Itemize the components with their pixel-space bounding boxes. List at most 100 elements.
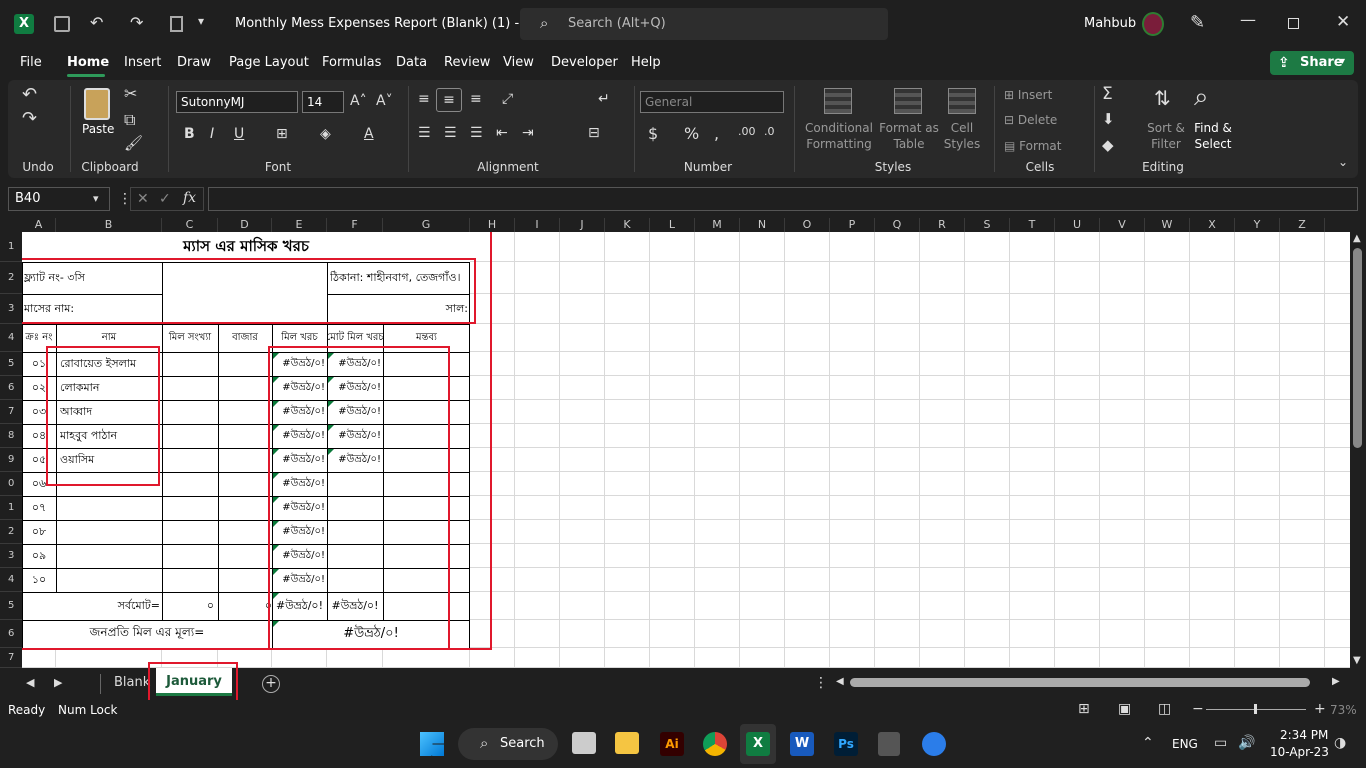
- sort-filter-label[interactable]: Sort & Filter: [1144, 120, 1188, 152]
- row-header[interactable]: 1: [0, 232, 22, 262]
- menu-review[interactable]: Review: [444, 55, 490, 70]
- row-header[interactable]: 4: [0, 324, 22, 352]
- menu-data[interactable]: Data: [396, 55, 427, 70]
- minimize-icon[interactable]: —: [1240, 12, 1256, 28]
- column-header-q[interactable]: Q: [875, 218, 920, 232]
- align-top-icon[interactable]: ≡: [418, 92, 430, 106]
- menu-insert[interactable]: Insert: [124, 55, 161, 70]
- vertical-scrollbar[interactable]: ▲ ▼: [1350, 232, 1366, 668]
- excel-taskbar-icon[interactable]: X: [740, 724, 776, 764]
- menu-file[interactable]: File: [20, 55, 42, 70]
- decrease-font-icon[interactable]: A˅: [376, 94, 393, 108]
- start-icon[interactable]: [420, 732, 444, 756]
- new-file-icon[interactable]: [170, 16, 183, 32]
- menu-developer[interactable]: Developer: [551, 55, 618, 70]
- copy-icon[interactable]: ⧉: [124, 112, 135, 128]
- avatar[interactable]: [1142, 12, 1164, 36]
- comma-icon[interactable]: ,: [714, 126, 719, 142]
- column-header-n[interactable]: N: [740, 218, 785, 232]
- row-header[interactable]: 7: [0, 400, 22, 424]
- volume-icon[interactable]: 🔊: [1238, 736, 1255, 750]
- zoom-in-icon[interactable]: +: [1314, 702, 1326, 716]
- menu-formulas[interactable]: Formulas: [322, 55, 381, 70]
- pen-icon[interactable]: ✎: [1190, 14, 1205, 32]
- ribbon-redo-icon[interactable]: ↷: [22, 110, 37, 128]
- search-box[interactable]: ⌕ Search (Alt+Q): [520, 8, 888, 40]
- row-header[interactable]: 2: [0, 520, 22, 544]
- horizontal-scroll-thumb[interactable]: [850, 678, 1310, 687]
- row-header[interactable]: 6: [0, 620, 22, 648]
- font-name-combo[interactable]: SutonnyMJ: [176, 91, 298, 113]
- column-header-t[interactable]: T: [1010, 218, 1055, 232]
- network-icon[interactable]: ▭: [1214, 736, 1227, 750]
- column-header-j[interactable]: J: [560, 218, 605, 232]
- calculator-icon[interactable]: [878, 732, 900, 756]
- cut-icon[interactable]: ✂: [124, 86, 137, 102]
- user-name[interactable]: Mahbub: [1084, 16, 1136, 31]
- format-as-table-icon[interactable]: [894, 88, 922, 114]
- ribbon-undo-icon[interactable]: ↶: [22, 86, 37, 104]
- column-header-b[interactable]: B: [56, 218, 162, 232]
- column-header-x[interactable]: X: [1190, 218, 1235, 232]
- clock-date[interactable]: 10-Apr-23: [1270, 745, 1329, 759]
- formula-input[interactable]: [208, 187, 1358, 211]
- vertical-scroll-thumb[interactable]: [1353, 248, 1362, 448]
- row-header[interactable]: 6: [0, 376, 22, 400]
- qat-customize-icon[interactable]: ▾: [198, 15, 204, 27]
- notification-icon[interactable]: ◑: [1334, 736, 1346, 750]
- currency-icon[interactable]: $: [648, 126, 658, 142]
- increase-indent-icon[interactable]: ⇥: [522, 126, 534, 140]
- menu-view[interactable]: View: [503, 55, 534, 70]
- hscroll-left-icon[interactable]: ◀: [836, 677, 844, 687]
- undo-icon[interactable]: ↶: [90, 15, 103, 31]
- worksheet-grid[interactable]: ম্যাস এর মাসিক খরচ ফ্ল্যাট নং- ৩সি ঠিকানা:…: [0, 232, 1350, 668]
- clock-time[interactable]: 2:34 PM: [1280, 728, 1328, 742]
- language[interactable]: ENG: [1172, 737, 1198, 751]
- decrease-decimal-icon[interactable]: .0: [764, 126, 775, 137]
- column-header-c[interactable]: C: [162, 218, 218, 232]
- scroll-up-icon[interactable]: ▲: [1353, 234, 1361, 244]
- format-cells-button[interactable]: ▤ Format: [1004, 139, 1061, 153]
- row-header[interactable]: 8: [0, 424, 22, 448]
- column-header-e[interactable]: E: [272, 218, 327, 232]
- column-header-k[interactable]: K: [605, 218, 650, 232]
- paste-label[interactable]: Paste: [82, 122, 114, 136]
- column-header-o[interactable]: O: [785, 218, 830, 232]
- row-header[interactable]: 0: [0, 472, 22, 496]
- italic-icon[interactable]: I: [210, 127, 214, 141]
- column-header-m[interactable]: M: [695, 218, 740, 232]
- percent-icon[interactable]: %: [684, 126, 699, 142]
- menu-home[interactable]: Home: [67, 55, 109, 70]
- share-button[interactable]: Share ⇪ ▾: [1270, 51, 1354, 75]
- column-header-d[interactable]: D: [218, 218, 272, 232]
- insert-cells-button[interactable]: ⊞ Insert: [1004, 88, 1052, 102]
- row-header[interactable]: 1: [0, 496, 22, 520]
- format-painter-icon[interactable]: 🖌: [124, 136, 143, 151]
- increase-font-icon[interactable]: A˄: [350, 94, 367, 108]
- photoshop-icon[interactable]: Ps: [834, 732, 858, 756]
- column-header-z[interactable]: Z: [1280, 218, 1325, 232]
- normal-view-icon[interactable]: ⊞: [1078, 702, 1090, 716]
- row-header[interactable]: 9: [0, 448, 22, 472]
- taskbar-search[interactable]: ⌕ Search: [458, 728, 558, 760]
- column-header-i[interactable]: I: [515, 218, 560, 232]
- fill-icon[interactable]: ⬇: [1102, 112, 1115, 127]
- align-left-icon[interactable]: ☰: [418, 126, 431, 140]
- column-header-l[interactable]: L: [650, 218, 695, 232]
- menu-page-layout[interactable]: Page Layout: [229, 55, 309, 70]
- orientation-icon[interactable]: ⤢: [502, 92, 513, 106]
- chrome-icon[interactable]: [703, 732, 727, 756]
- font-size-combo[interactable]: 14: [302, 91, 344, 113]
- scroll-down-icon[interactable]: ▼: [1353, 656, 1361, 666]
- merge-center-icon[interactable]: ⊟: [588, 126, 600, 140]
- sort-filter-icon[interactable]: ⇅: [1154, 88, 1171, 108]
- underline-icon[interactable]: U: [234, 127, 244, 141]
- cell-styles-label[interactable]: Cell Styles: [934, 120, 990, 152]
- select-all-corner[interactable]: [0, 218, 22, 232]
- name-box[interactable]: B40 ▾: [8, 187, 110, 211]
- menu-draw[interactable]: Draw: [177, 55, 211, 70]
- tab-blank[interactable]: Blank: [114, 675, 150, 690]
- find-select-label[interactable]: Find & Select: [1188, 120, 1238, 152]
- menu-help[interactable]: Help: [631, 55, 661, 70]
- confirm-entry-icon[interactable]: ✓: [159, 192, 171, 206]
